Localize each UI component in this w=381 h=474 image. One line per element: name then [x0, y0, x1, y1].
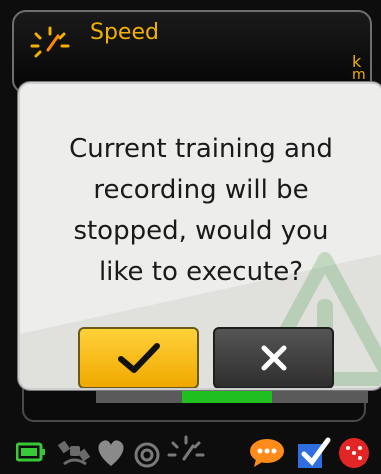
cancel-button[interactable] — [213, 327, 334, 388]
speed-gauge-icon — [166, 434, 206, 472]
confirm-dialog: Current training and recording will be s… — [18, 82, 381, 390]
speed-gauge-icon — [28, 24, 72, 64]
battery-icon — [15, 441, 46, 467]
record-icon — [336, 436, 372, 474]
progress-fill — [182, 391, 272, 403]
message-line: like to execute? — [98, 257, 304, 287]
chat-bubble-icon — [248, 437, 286, 473]
confirm-button[interactable] — [78, 327, 199, 388]
sync-icon — [296, 436, 332, 474]
stopwatch-icon — [132, 440, 162, 474]
checkmark-icon — [117, 343, 160, 373]
heart-rate-icon — [94, 438, 128, 472]
progress-bar — [96, 391, 368, 403]
satellite-gps-icon — [56, 434, 92, 472]
dialog-message: Current training and recording will be s… — [30, 129, 372, 293]
message-line: recording will be — [93, 175, 309, 205]
close-x-icon — [261, 345, 286, 371]
message-line: Current training and — [69, 134, 333, 164]
unit-label-bottom: m — [352, 67, 366, 83]
message-line: stopped, would you — [73, 216, 329, 246]
metric-label: Speed — [90, 20, 159, 45]
